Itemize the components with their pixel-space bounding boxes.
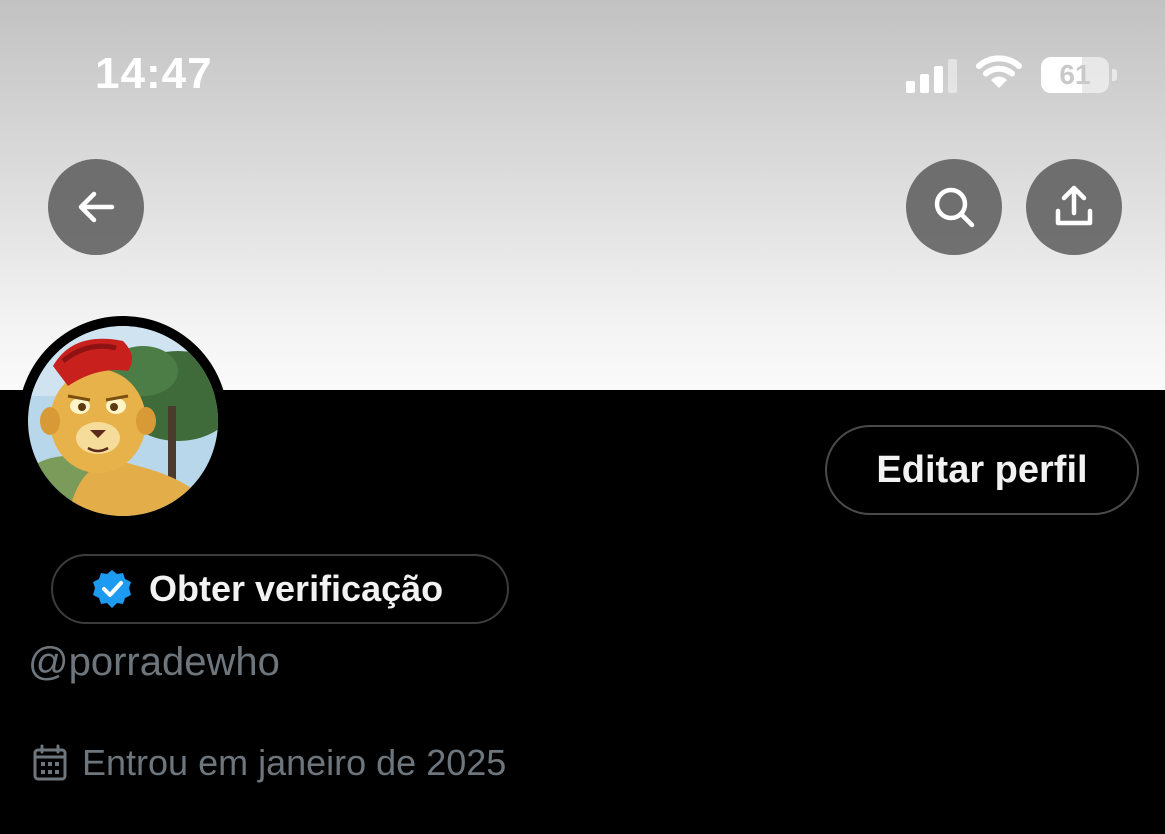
search-button[interactable] — [906, 159, 1002, 255]
joined-date-text: Entrou em janeiro de 2025 — [82, 742, 507, 783]
cellular-signal-icon — [906, 57, 957, 93]
search-icon — [934, 187, 975, 228]
battery-tip — [1112, 68, 1117, 81]
back-button[interactable] — [48, 159, 144, 255]
calendar-icon — [33, 744, 67, 781]
wifi-icon — [975, 54, 1023, 95]
profile-handle: @porradewho — [28, 640, 280, 684]
lion-avatar-image — [28, 326, 218, 516]
edit-profile-label: Editar perfil — [876, 448, 1088, 491]
edit-profile-button[interactable]: Editar perfil — [825, 425, 1139, 515]
share-button[interactable] — [1026, 159, 1122, 255]
status-icons: 61 — [906, 54, 1117, 95]
battery-percent: 61 — [1059, 58, 1091, 90]
avatar[interactable] — [28, 326, 218, 516]
status-time: 14:47 — [95, 49, 213, 98]
get-verification-label: Obter verificação — [149, 568, 444, 609]
get-verification-button[interactable]: Obter verificação — [51, 554, 509, 624]
verified-badge-icon — [93, 570, 131, 608]
battery-icon: 61 — [1041, 56, 1109, 93]
share-icon — [1055, 185, 1093, 226]
avatar-border — [18, 316, 228, 526]
arrow-left-icon — [78, 191, 115, 223]
joined-date-row: Entrou em janeiro de 2025 — [32, 742, 506, 784]
